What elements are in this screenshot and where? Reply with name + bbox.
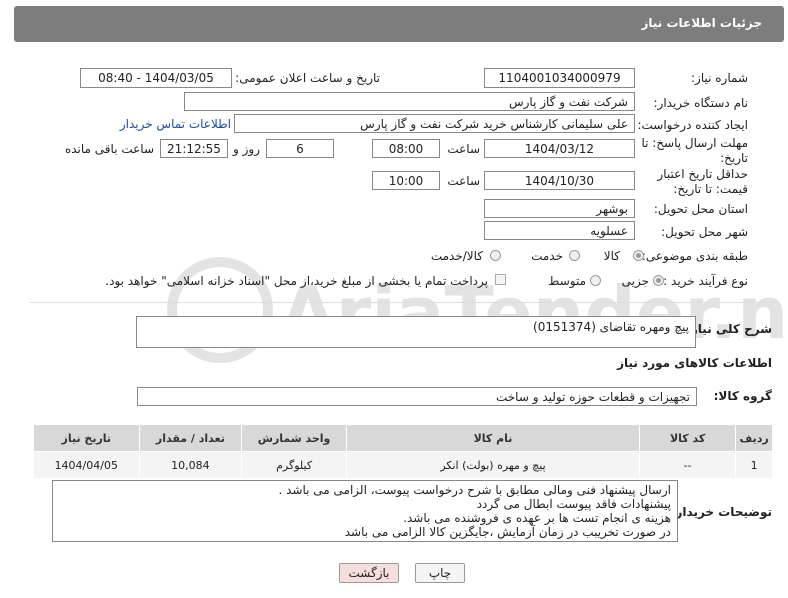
need-number-field: 1104001034000979 xyxy=(484,68,635,88)
goods-section-title: اطلاعات کالاهای مورد نیاز xyxy=(617,356,772,370)
province-field: بوشهر xyxy=(484,199,635,218)
process-option-minor: جزیی xyxy=(621,274,649,288)
requester-field: علی سلیمانی کارشناس خرید شرکت نفت و گاز … xyxy=(234,114,635,133)
buyer-org-field: شرکت نفت و گاز پارس xyxy=(184,92,635,111)
divider xyxy=(30,302,778,303)
requester-label: ایجاد کننده درخواست: xyxy=(637,118,748,132)
deadline-time-field: 08:00 xyxy=(372,139,440,158)
category-option-both: کالا/خدمت xyxy=(430,249,483,263)
validity-date-field: 1404/10/30 xyxy=(484,171,635,190)
remaining-time-field: 21:12:55 xyxy=(160,139,228,158)
back-button[interactable]: بازگشت xyxy=(339,563,399,583)
cell-name: پیچ و مهره (بولت) انکر xyxy=(345,451,641,479)
validity-time-field: 10:00 xyxy=(372,171,440,190)
process-label: نوع فرآیند خرید : xyxy=(663,274,748,288)
validity-label: حداقل تاریخ اعتبار قیمت: تا تاریخ: xyxy=(657,167,748,196)
col-name-header: نام کالا xyxy=(345,424,641,452)
payment-note: پرداخت تمام یا بخشی از مبلغ خرید،از محل … xyxy=(105,274,488,288)
remaining-time-label: ساعت باقی مانده xyxy=(64,142,154,156)
buyer-note-line: هزینه ی انجام تست ها بر عهده ی فروشنده م… xyxy=(403,511,671,525)
print-button[interactable]: چاپ xyxy=(415,563,465,583)
col-qty-header: تعداد / مقدار xyxy=(138,424,243,452)
deadline-time-label: ساعت xyxy=(447,142,480,156)
table-row: 1 -- پیچ و مهره (بولت) انکر کیلوگرم 10,0… xyxy=(33,451,773,479)
goods-table: ردیف کد کالا نام کالا واحد شمارش تعداد /… xyxy=(33,424,773,479)
buyer-contact-link[interactable]: اطلاعات تماس خریدار xyxy=(120,117,231,131)
page-title: جزئیات اطلاعات نیاز xyxy=(641,16,762,30)
days-label: روز و xyxy=(233,142,260,156)
description-label: شرح کلی نیاز: xyxy=(686,322,772,336)
col-date-header: تاریخ نیاز xyxy=(33,424,140,452)
buyer-org-label: نام دستگاه خریدار: xyxy=(653,96,749,110)
cell-unit: کیلوگرم xyxy=(241,451,347,479)
category-radio-both[interactable] xyxy=(490,250,501,261)
cell-code: -- xyxy=(639,451,737,479)
announce-label: تاریخ و ساعت اعلان عمومی: xyxy=(235,71,380,85)
process-option-medium: متوسط xyxy=(548,274,586,288)
process-radio-medium[interactable] xyxy=(590,275,601,286)
announce-field: 1404/03/05 - 08:40 xyxy=(80,68,232,88)
days-field: 6 xyxy=(266,139,334,158)
col-unit-header: واحد شمارش xyxy=(241,424,347,452)
buyer-notes-field: ارسال پیشنهاد فنی ومالی مطابق با شرح درخ… xyxy=(52,480,678,542)
buyer-note-line: پیشنهادات فاقد پیوست ابطال می گردد xyxy=(476,497,671,511)
buyer-note-line: ارسال پیشنهاد فنی ومالی مطابق با شرح درخ… xyxy=(278,483,671,497)
category-label: طبقه بندی موضوعی: xyxy=(641,249,748,263)
cell-row: 1 xyxy=(735,451,773,479)
need-number-label: شماره نیاز: xyxy=(691,71,748,85)
category-radio-service[interactable] xyxy=(569,250,580,261)
table-header-row: ردیف کد کالا نام کالا واحد شمارش تعداد /… xyxy=(33,424,773,452)
cell-date: 1404/04/05 xyxy=(33,451,140,479)
cell-qty: 10,084 xyxy=(138,451,243,479)
description-field: پیچ ومهره تقاضای (0151374) xyxy=(136,316,696,348)
deadline-label: مهلت ارسال پاسخ: تا تاریخ: xyxy=(641,136,748,165)
validity-time-label: ساعت xyxy=(447,174,480,188)
category-option-goods: کالا xyxy=(603,249,620,263)
goods-group-label: گروه کالا: xyxy=(713,389,772,403)
buyer-note-line: در صورت تخریبب در زمان آزمایش ،جایگزین ک… xyxy=(344,525,671,539)
category-radio-goods[interactable] xyxy=(633,250,644,261)
col-row-header: ردیف xyxy=(735,424,773,452)
city-field: عسلویه xyxy=(484,221,635,240)
deadline-date-field: 1404/03/12 xyxy=(484,139,635,158)
province-label: استان محل تحویل: xyxy=(653,202,748,216)
process-radio-minor[interactable] xyxy=(653,275,664,286)
city-label: شهر محل تحویل: xyxy=(661,225,748,239)
col-code-header: کد کالا xyxy=(639,424,737,452)
goods-group-field: تجهیزات و قطعات حوزه تولید و ساخت xyxy=(137,387,697,406)
category-option-service: خدمت xyxy=(531,249,563,263)
watermark-logo: AriaTender.neT xyxy=(167,257,788,363)
buyer-notes-label: توضیحات خریدار: xyxy=(670,505,772,519)
header-bar: جزئیات اطلاعات نیاز xyxy=(14,6,784,42)
payment-checkbox[interactable] xyxy=(495,274,506,285)
